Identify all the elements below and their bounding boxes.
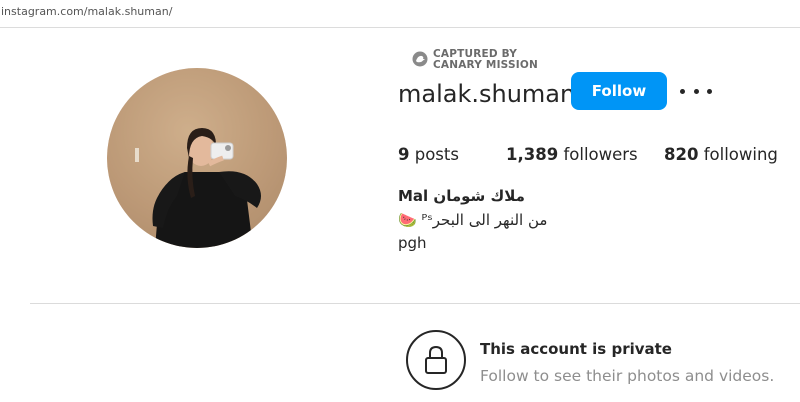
dot (680, 88, 685, 94)
following-number: 820 (664, 145, 699, 164)
profile-full-name: Mal ملاك شومان (398, 187, 525, 205)
profile-avatar[interactable] (107, 68, 287, 248)
follow-button[interactable]: Follow (571, 72, 667, 110)
followers-number: 1,389 (506, 145, 559, 164)
private-account-subtitle: Follow to see their photos and videos. (480, 367, 775, 385)
more-options-icon[interactable] (680, 80, 712, 102)
lock-glyph (425, 345, 447, 374)
profile-username: malak.shuman (398, 80, 576, 108)
private-account-title: This account is private (480, 340, 672, 358)
url-text[interactable]: instagram.com/malak.shuman/ (1, 5, 172, 18)
lock-icon (406, 330, 466, 390)
posts-label: posts (414, 145, 459, 164)
following-link[interactable]: 820 following (664, 145, 778, 164)
following-label: following (703, 145, 778, 164)
followers-label: followers (563, 145, 638, 164)
section-divider (30, 303, 800, 304)
canary-logo-icon (412, 51, 428, 67)
bio-line-1: 🍉 ᴾˢمن النهر الى البحر (398, 211, 548, 229)
followers-link[interactable]: 1,389 followers (506, 145, 638, 164)
posts-number: 9 (398, 145, 410, 164)
dot (707, 88, 712, 94)
browser-address-bar[interactable]: instagram.com/malak.shuman/ (0, 0, 800, 28)
avatar-photo (107, 68, 287, 248)
dot (693, 88, 699, 94)
bio-line-2: pgh (398, 234, 427, 252)
watermark-line-2: CANARY MISSION (433, 59, 538, 71)
posts-count: 9 posts (398, 145, 459, 164)
